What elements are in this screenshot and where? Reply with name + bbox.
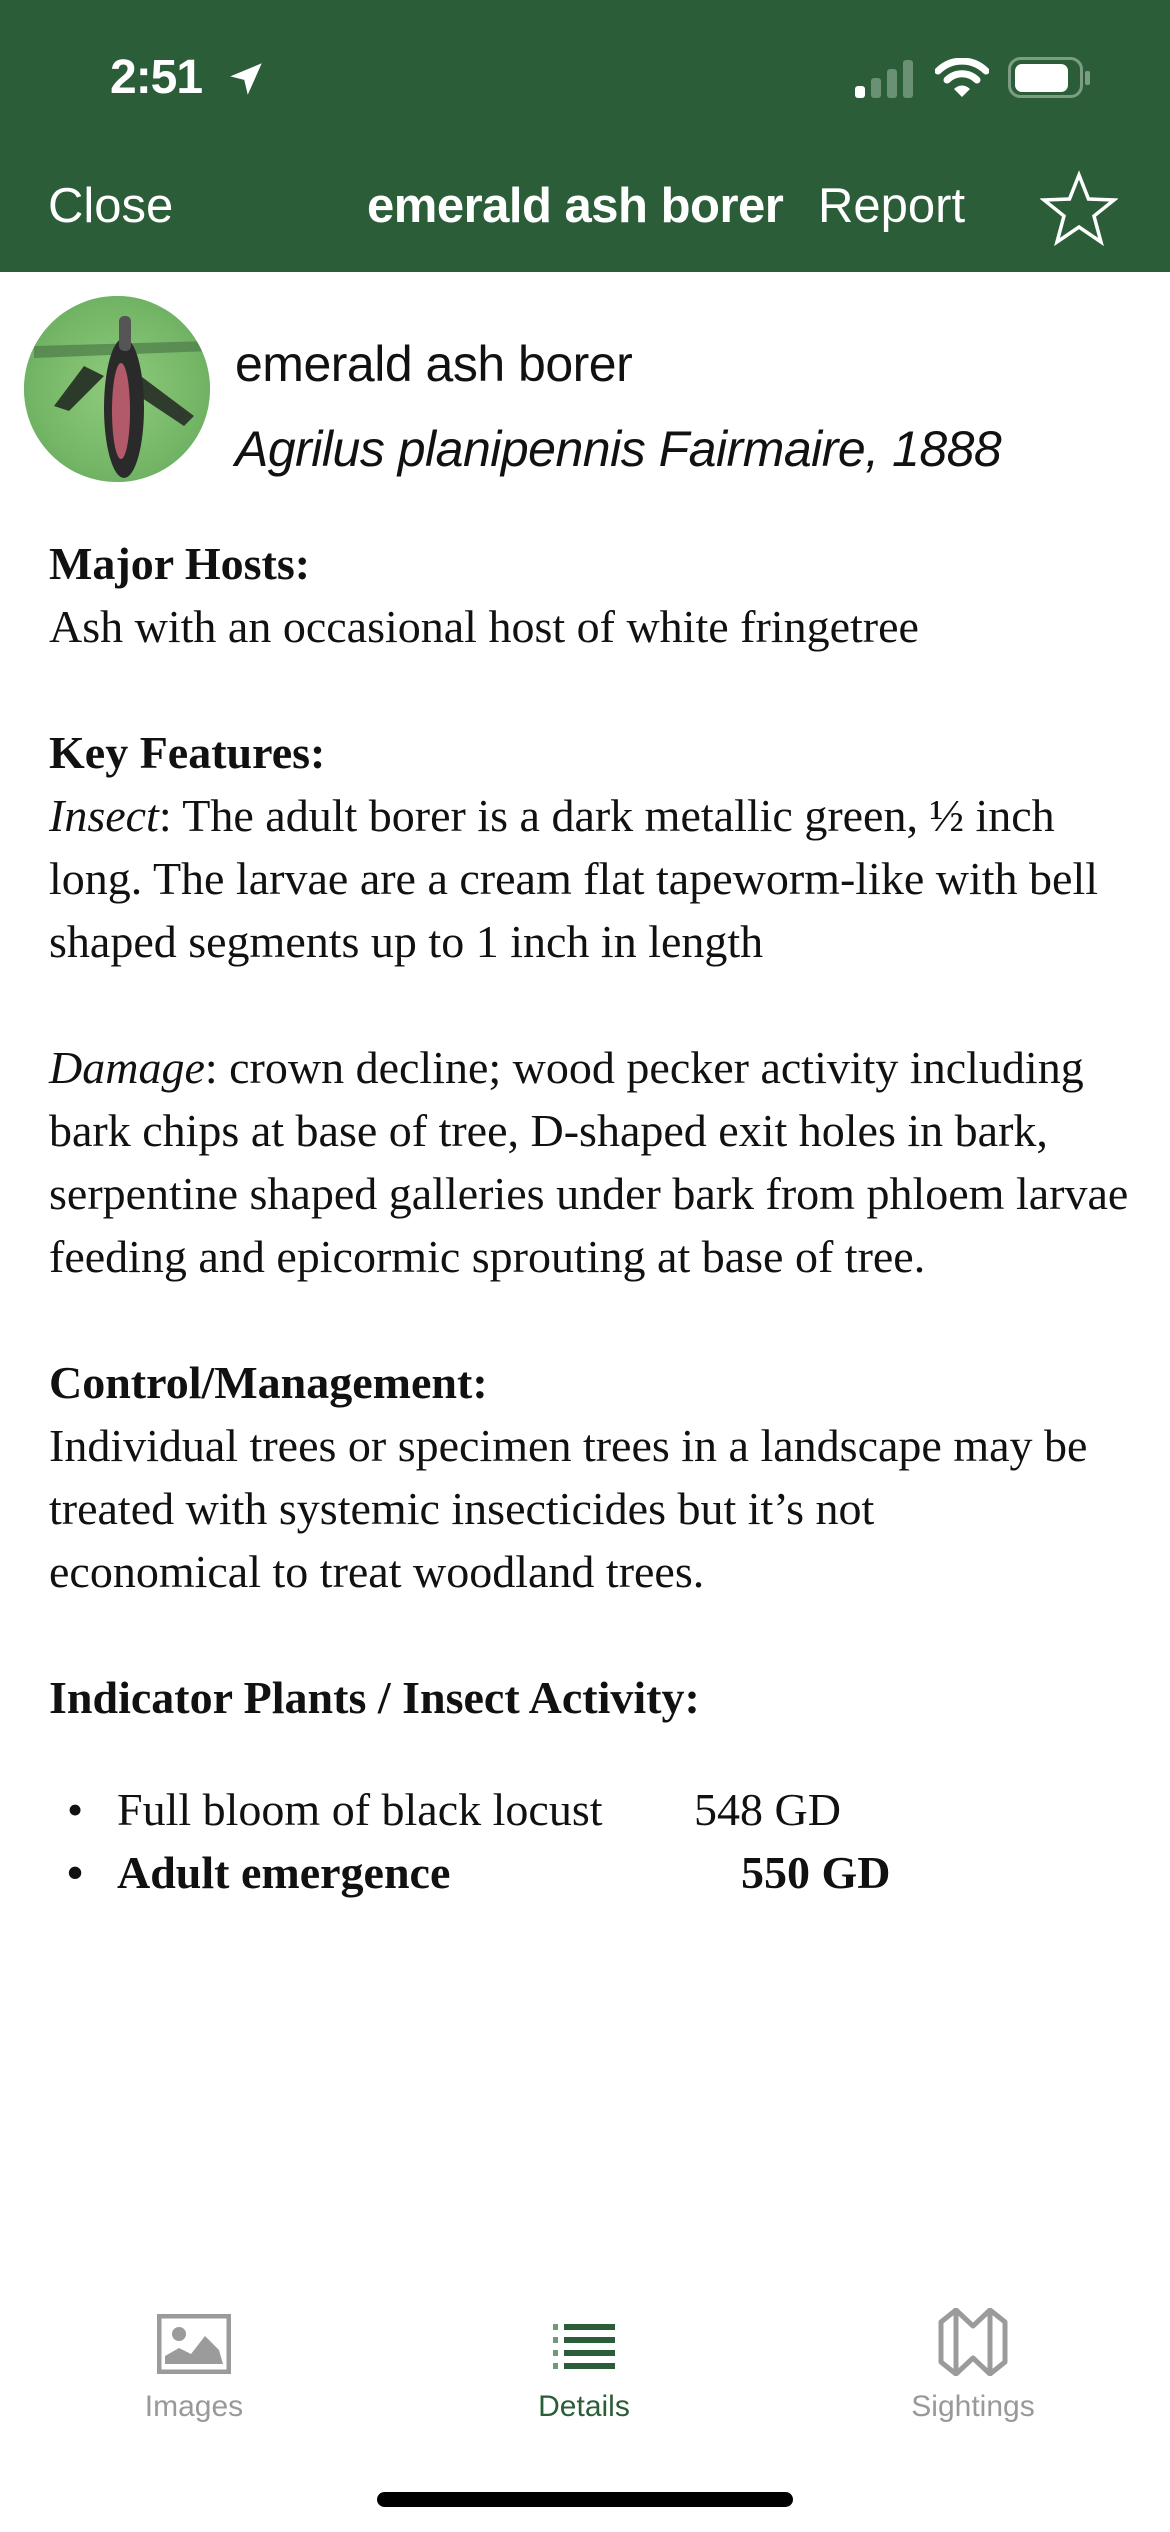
damage-description: Damage: crown decline; wood pecker activ… xyxy=(49,1036,1129,1288)
section-indicators: Indicator Plants / Insect Activity: Full… xyxy=(49,1666,1149,1904)
list-icon xyxy=(553,2324,615,2369)
insect-photo-icon xyxy=(24,296,210,482)
nav-title: emerald ash borer xyxy=(367,179,784,233)
cellular-signal-icon xyxy=(855,60,913,98)
tab-details-label: Details xyxy=(538,2390,630,2423)
battery-level xyxy=(1015,64,1068,92)
report-button[interactable]: Report xyxy=(818,178,965,234)
species-detail-screen: 2:51 Close emerald ash borer Report emer… xyxy=(0,0,1170,2532)
map-icon xyxy=(938,2308,1008,2376)
tab-images-label: Images xyxy=(144,2390,244,2423)
scientific-name: Agrilus planipennis Fairmaire, 1888 xyxy=(235,421,1002,477)
home-indicator[interactable] xyxy=(377,2492,793,2507)
wifi-icon xyxy=(935,58,989,97)
status-bar: 2:51 xyxy=(0,0,1170,150)
indicator-value: 550 GD xyxy=(741,1847,891,1898)
indicator-item: Full bloom of black locust 548 GD xyxy=(67,1778,1149,1841)
section-major-hosts: Major Hosts: Ash with an occasional host… xyxy=(49,532,1149,658)
details-content: Major Hosts: Ash with an occasional host… xyxy=(49,532,1149,1967)
indicator-label: Full bloom of black locust xyxy=(117,1784,603,1835)
close-button[interactable]: Close xyxy=(48,178,173,234)
section-control: Control/Management: Individual trees or … xyxy=(49,1351,1149,1603)
header: 2:51 Close emerald ash borer Report xyxy=(0,0,1170,272)
signal-bar-2 xyxy=(871,78,881,98)
damage-label: Damage xyxy=(49,1042,205,1093)
indicator-label: Adult emergence xyxy=(117,1847,451,1898)
location-arrow-icon xyxy=(230,63,262,95)
tab-sightings[interactable]: Sightings xyxy=(843,2270,1103,2423)
control-text: Individual trees or specimen trees in a … xyxy=(49,1420,1088,1597)
insect-description: Insect: The adult borer is a dark metall… xyxy=(49,784,1129,973)
control-heading: Control/Management: xyxy=(49,1357,488,1408)
status-time: 2:51 xyxy=(110,51,203,104)
common-name: emerald ash borer xyxy=(235,336,633,392)
section-key-features: Key Features: Insect: The adult borer is… xyxy=(49,721,1149,973)
image-icon xyxy=(157,2314,231,2374)
key-features-heading: Key Features: xyxy=(49,727,326,778)
star-outline-icon[interactable] xyxy=(1040,170,1118,248)
indicator-list: Full bloom of black locust 548 GD Adult … xyxy=(49,1778,1149,1904)
tab-details[interactable]: Details xyxy=(454,2270,714,2423)
nav-bar: Close emerald ash borer Report xyxy=(0,150,1170,272)
insect-label: Insect xyxy=(49,790,159,841)
indicators-heading: Indicator Plants / Insect Activity: xyxy=(49,1672,700,1723)
indicator-value: 548 GD xyxy=(694,1784,841,1835)
signal-bar-3 xyxy=(887,69,897,98)
battery-icon xyxy=(1008,57,1090,98)
tab-bar: Images Details Sightings xyxy=(0,2270,1170,2423)
species-avatar[interactable] xyxy=(24,296,210,482)
tab-sightings-label: Sightings xyxy=(911,2390,1035,2423)
indicator-item: Adult emergence 550 GD xyxy=(67,1841,1149,1904)
section-damage: Damage: crown decline; wood pecker activ… xyxy=(49,1036,1149,1288)
tab-images[interactable]: Images xyxy=(64,2270,324,2423)
insect-text: : The adult borer is a dark metallic gre… xyxy=(49,790,1099,967)
damage-text: : crown decline; wood pecker activity in… xyxy=(49,1042,1129,1282)
major-hosts-text: Ash with an occasional host of white fri… xyxy=(49,601,919,652)
signal-bar-1 xyxy=(855,86,865,98)
signal-bar-4 xyxy=(903,60,913,98)
major-hosts-heading: Major Hosts: xyxy=(49,538,311,589)
